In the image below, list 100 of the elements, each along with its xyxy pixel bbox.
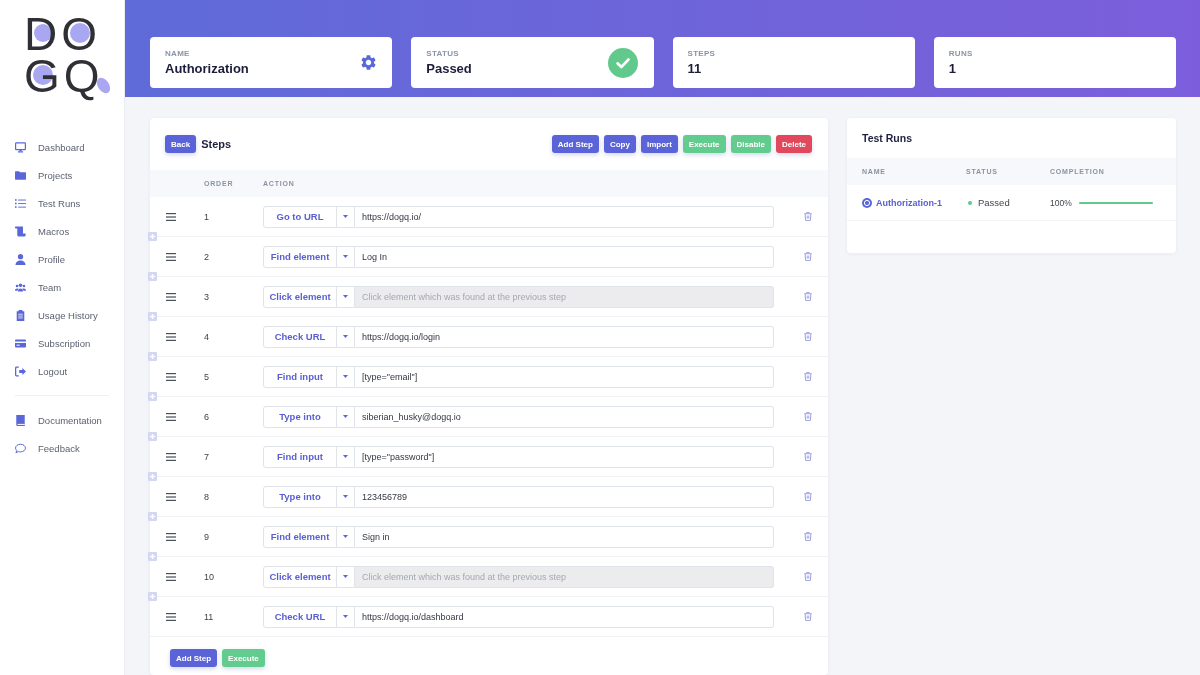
plus-icon[interactable] — [148, 272, 157, 281]
run-link[interactable]: Authorization-1 — [876, 197, 942, 208]
caret-icon — [343, 615, 348, 618]
step-input-field[interactable]: siberian_husky@dogq.io — [355, 405, 774, 428]
nav-item[interactable]: Logout — [0, 357, 124, 385]
drag-handle-icon[interactable] — [166, 572, 176, 581]
drag-handle-icon[interactable] — [166, 292, 176, 301]
card-label: STATUS — [426, 49, 460, 58]
action-select[interactable]: Check URL — [263, 605, 355, 628]
drag-handle-icon[interactable] — [166, 412, 176, 421]
trash-icon[interactable] — [804, 372, 812, 381]
drag-handle-icon[interactable] — [166, 532, 176, 541]
action-select[interactable]: Go to URL — [263, 205, 355, 228]
order-number: 5 — [204, 371, 210, 382]
action-select[interactable]: Type into — [263, 485, 355, 508]
order-number: 4 — [204, 331, 210, 342]
nav-item[interactable]: Projects — [0, 161, 124, 189]
nav-item[interactable]: Macros — [0, 217, 124, 245]
action-select[interactable]: Find element — [263, 525, 355, 548]
order-number: 8 — [204, 491, 210, 502]
caret-icon — [343, 375, 348, 378]
nav-item[interactable]: Usage History — [0, 301, 124, 329]
card-label: RUNS — [948, 49, 974, 58]
toolbar-button[interactable]: Import — [640, 135, 678, 153]
toolbar-button[interactable]: Delete — [776, 135, 812, 153]
list-icon — [15, 197, 26, 209]
drag-handle-icon[interactable] — [166, 252, 176, 261]
step-input-field[interactable]: 123456789 — [355, 485, 774, 508]
step-input-field[interactable]: https://dogq.io/ — [355, 205, 774, 228]
nav-item[interactable]: Documentation — [0, 406, 124, 434]
settings-icon[interactable] — [361, 55, 377, 70]
order-number: 10 — [204, 571, 215, 582]
trash-icon[interactable] — [804, 532, 812, 541]
plus-icon[interactable] — [148, 512, 157, 521]
trash-icon[interactable] — [804, 212, 812, 221]
caret-icon — [343, 415, 348, 418]
folder-icon — [15, 169, 26, 181]
caret-icon — [343, 255, 348, 258]
step-input-field[interactable]: [type="email"] — [355, 365, 774, 388]
scroll-icon — [15, 225, 26, 237]
panel-title: Test Runs — [862, 132, 912, 144]
nav-item[interactable]: Feedback — [0, 434, 124, 462]
trash-icon[interactable] — [804, 452, 812, 461]
order-number: 7 — [204, 451, 210, 462]
toolbar-button[interactable]: Copy — [603, 135, 636, 153]
toolbar-button[interactable]: Add Step — [551, 135, 599, 153]
trash-icon[interactable] — [804, 252, 812, 261]
drag-handle-icon[interactable] — [166, 612, 176, 621]
plus-icon[interactable] — [148, 392, 157, 401]
step-input-field[interactable]: https://dogq.io/login — [355, 325, 774, 348]
step-input-field[interactable]: Log In — [355, 245, 774, 268]
order-number: 3 — [204, 291, 210, 302]
plus-icon[interactable] — [148, 352, 157, 361]
action-select[interactable]: Find input — [263, 365, 355, 388]
plus-icon[interactable] — [148, 232, 157, 241]
plus-icon[interactable] — [148, 432, 157, 441]
monitor-icon — [15, 141, 26, 153]
action-select[interactable]: Find element — [263, 245, 355, 268]
step-input-field[interactable]: https://dogq.io/dashboard — [355, 605, 774, 628]
drag-handle-icon[interactable] — [166, 492, 176, 501]
book-icon — [15, 414, 26, 426]
caret-icon — [343, 455, 348, 458]
nav-item[interactable]: Dashboard — [0, 133, 124, 161]
trash-icon[interactable] — [804, 492, 812, 501]
drag-handle-icon[interactable] — [166, 452, 176, 461]
drag-handle-icon[interactable] — [166, 332, 176, 341]
trash-icon[interactable] — [804, 332, 812, 341]
drag-handle-icon[interactable] — [166, 372, 176, 381]
plus-icon[interactable] — [148, 592, 157, 601]
order-number: 9 — [204, 531, 210, 542]
action-select[interactable]: Find input — [263, 445, 355, 468]
users-icon — [15, 281, 26, 293]
action-select[interactable]: Type into — [263, 405, 355, 428]
caret-icon — [343, 575, 348, 578]
drag-handle-icon[interactable] — [166, 212, 176, 221]
caret-icon — [343, 535, 348, 538]
nav-item[interactable]: Test Runs — [0, 189, 124, 217]
trash-icon[interactable] — [804, 612, 812, 621]
caret-icon — [343, 295, 348, 298]
trash-icon[interactable] — [804, 572, 812, 581]
nav-item[interactable]: Subscription — [0, 329, 124, 357]
footer-button[interactable]: Add Step — [170, 649, 218, 667]
action-select[interactable]: Check URL — [263, 325, 355, 348]
step-input-field[interactable]: Sign in — [355, 525, 774, 548]
step-input-field[interactable]: [type="password"] — [355, 445, 774, 468]
caret-icon — [343, 215, 348, 218]
card-label: NAME — [165, 49, 191, 58]
completion-percent: 100% — [1050, 197, 1072, 208]
card-value: 1 — [948, 61, 957, 76]
user-icon — [15, 253, 26, 265]
card-value: Passed — [426, 61, 473, 76]
logout-icon — [15, 365, 26, 377]
back-button[interactable]: Back — [165, 135, 197, 153]
plus-icon[interactable] — [148, 472, 157, 481]
nav-item[interactable]: Team — [0, 273, 124, 301]
trash-icon[interactable] — [804, 412, 812, 421]
plus-icon[interactable] — [148, 552, 157, 561]
trash-icon[interactable] — [804, 292, 812, 301]
plus-icon[interactable] — [148, 312, 157, 321]
nav-item[interactable]: Profile — [0, 245, 124, 273]
